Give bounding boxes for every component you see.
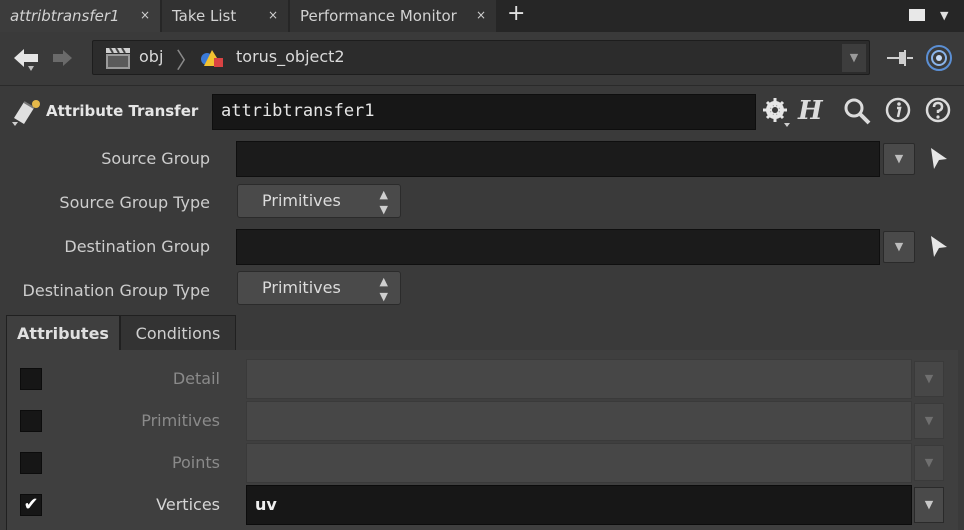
tab-performance-monitor[interactable]: Performance Monitor × bbox=[290, 0, 496, 32]
updown-icon: ▲ ▼ bbox=[379, 188, 388, 216]
pin-icon[interactable] bbox=[885, 46, 915, 70]
info-icon[interactable] bbox=[884, 96, 912, 124]
destination-group-label: Destination Group bbox=[64, 237, 210, 256]
vertices-label: Vertices bbox=[156, 495, 220, 514]
select-arrow-icon[interactable] bbox=[928, 146, 950, 172]
link-target-icon[interactable] bbox=[925, 44, 953, 72]
destination-group-type-select[interactable]: Primitives ▲ ▼ bbox=[237, 271, 401, 305]
source-group-dropdown-icon[interactable]: ▼ bbox=[883, 143, 915, 175]
attribute-transfer-node-icon[interactable] bbox=[10, 96, 44, 128]
node-name-input[interactable]: attribtransfer1 bbox=[212, 94, 756, 130]
tab-label: Take List bbox=[172, 7, 237, 25]
tab-close-icon[interactable]: × bbox=[268, 8, 278, 22]
select-arrow-icon[interactable] bbox=[928, 234, 950, 260]
search-icon[interactable] bbox=[842, 96, 872, 126]
points-label: Points bbox=[171, 453, 220, 472]
node-type-label: Attribute Transfer bbox=[46, 102, 199, 120]
pane-menu-icon[interactable] bbox=[909, 9, 925, 21]
points-checkbox[interactable] bbox=[20, 452, 42, 474]
geometry-object-icon bbox=[201, 50, 223, 67]
points-dropdown-icon[interactable]: ▼ bbox=[914, 445, 944, 481]
updown-icon: ▲ ▼ bbox=[379, 275, 388, 303]
tab-attributes[interactable]: Attributes bbox=[6, 315, 120, 351]
forward-arrow-icon[interactable] bbox=[52, 47, 74, 71]
add-tab-icon[interactable]: + bbox=[507, 0, 527, 30]
vertices-attributes-input[interactable]: uv bbox=[246, 485, 912, 525]
detail-attributes-input[interactable] bbox=[246, 359, 912, 399]
primitives-dropdown-icon[interactable]: ▼ bbox=[914, 403, 944, 439]
path-separator-icon: 〉 bbox=[176, 49, 199, 74]
question-icon[interactable] bbox=[924, 96, 952, 124]
path-item-obj[interactable]: obj bbox=[139, 47, 163, 66]
source-group-input[interactable] bbox=[236, 141, 880, 177]
primitives-checkbox[interactable] bbox=[20, 410, 42, 432]
tab-label: Performance Monitor bbox=[300, 7, 457, 25]
clapperboard-icon bbox=[106, 47, 130, 69]
tab-attribtransfer1[interactable]: attribtransfer1 × bbox=[0, 0, 160, 32]
detail-label: Detail bbox=[172, 369, 220, 388]
back-arrow-icon[interactable] bbox=[12, 44, 40, 74]
source-group-label: Source Group bbox=[101, 149, 210, 168]
vertices-dropdown-icon[interactable]: ▼ bbox=[914, 487, 944, 523]
points-attributes-input[interactable] bbox=[246, 443, 912, 483]
tab-label: attribtransfer1 bbox=[10, 7, 120, 25]
houdini-help-icon[interactable]: H bbox=[798, 94, 834, 130]
select-value: Primitives bbox=[262, 278, 341, 297]
destination-group-input[interactable] bbox=[236, 229, 880, 265]
path-item-torus-object2[interactable]: torus_object2 bbox=[236, 47, 345, 66]
tab-take-list[interactable]: Take List × bbox=[162, 0, 288, 32]
tab-conditions[interactable]: Conditions bbox=[120, 315, 236, 351]
primitives-label: Primitives bbox=[141, 411, 220, 430]
tab-close-icon[interactable]: × bbox=[140, 8, 150, 22]
tab-close-icon[interactable]: × bbox=[476, 8, 486, 22]
gear-icon[interactable] bbox=[760, 96, 792, 128]
source-group-type-label: Source Group Type bbox=[59, 193, 210, 212]
pane-menu-arrow-icon[interactable]: ▼ bbox=[940, 9, 948, 22]
detail-dropdown-icon[interactable]: ▼ bbox=[914, 361, 944, 397]
select-value: Primitives bbox=[262, 191, 341, 210]
destination-group-type-label: Destination Group Type bbox=[22, 281, 210, 300]
path-dropdown-icon[interactable]: ▼ bbox=[842, 44, 866, 72]
primitives-attributes-input[interactable] bbox=[246, 401, 912, 441]
source-group-type-select[interactable]: Primitives ▲ ▼ bbox=[237, 184, 401, 218]
destination-group-dropdown-icon[interactable]: ▼ bbox=[883, 231, 915, 263]
detail-checkbox[interactable] bbox=[20, 368, 42, 390]
vertices-checkbox[interactable]: ✔ bbox=[20, 494, 42, 516]
